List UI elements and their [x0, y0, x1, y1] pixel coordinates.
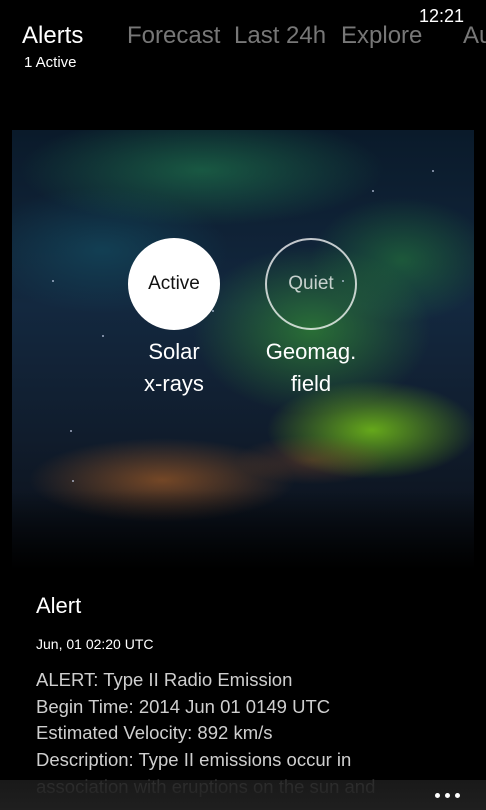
active-count: 1 Active [24, 54, 77, 71]
solar-xrays-indicator[interactable]: Active Solar x-rays [109, 238, 239, 400]
screen: 12:21 Alerts Forecast Last 24h Explore A… [0, 0, 486, 810]
alert-title: Alert [36, 593, 82, 618]
aurora-hero-image [12, 130, 474, 570]
geomag-field-indicator[interactable]: Quiet Geomag. field [246, 238, 376, 400]
solar-xrays-status-circle: Active [128, 238, 220, 330]
geomag-field-label-line1: Geomag. [265, 339, 357, 364]
tab-last-24h[interactable]: Last 24h [234, 20, 326, 52]
geomag-field-status-circle: Quiet [265, 238, 357, 330]
alert-line: ALERT: Type II Radio Emission [36, 669, 293, 690]
solar-xrays-label-line2: x-rays [144, 371, 204, 396]
alert-line: Estimated Velocity: 892 km/s [36, 722, 273, 744]
alert-line: Description: Type II emissions occur in [36, 749, 352, 771]
geomag-field-label: Geomag. field [246, 336, 376, 400]
app-bar [0, 780, 486, 810]
tab-explore[interactable]: Explore [341, 20, 422, 52]
tab-alerts[interactable]: Alerts [22, 20, 83, 52]
ellipsis-icon[interactable] [422, 784, 472, 806]
tab-aurora[interactable]: Au [463, 20, 486, 52]
alert-date: Jun, 01 02:20 UTC [36, 636, 154, 652]
alert-line: Begin Time: 2014 Jun 01 0149 UTC [36, 695, 331, 717]
solar-xrays-label: Solar x-rays [109, 336, 239, 400]
hero-fade [12, 490, 474, 570]
pivot-header: Alerts Forecast Last 24h Explore Au [0, 20, 486, 56]
geomag-field-label-line2: field [290, 371, 332, 396]
solar-xrays-label-line1: Solar [148, 339, 200, 364]
tab-forecast[interactable]: Forecast [127, 20, 220, 52]
